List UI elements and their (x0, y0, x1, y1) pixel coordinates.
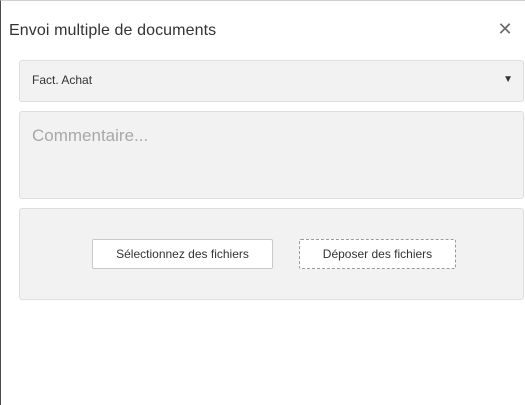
select-files-button[interactable]: Sélectionnez des fichiers (92, 239, 273, 269)
comment-placeholder: Commentaire... (32, 126, 149, 145)
close-icon[interactable]: ✕ (495, 18, 515, 40)
document-type-select[interactable]: Fact. Achat ▼ (19, 60, 524, 102)
chevron-down-icon: ▼ (503, 74, 513, 85)
file-dropzone[interactable]: Sélectionnez des fichiers Déposer des fi… (19, 208, 524, 300)
document-type-value: Fact. Achat (32, 73, 93, 87)
multi-upload-dialog: Envoi multiple de documents ✕ Fact. Acha… (0, 0, 525, 405)
dialog-title: Envoi multiple de documents (9, 22, 217, 39)
comment-textarea[interactable]: Commentaire... (19, 111, 524, 199)
drop-files-button[interactable]: Déposer des fichiers (299, 239, 456, 269)
